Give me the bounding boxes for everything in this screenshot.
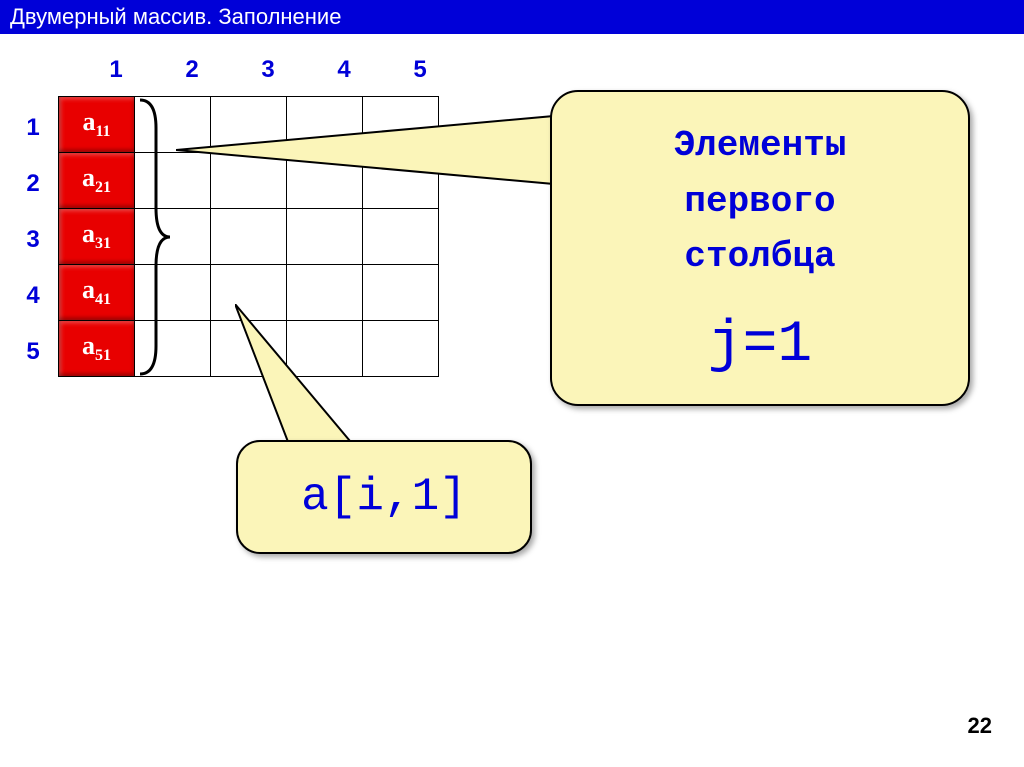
callout-code-text: a[i,1] bbox=[301, 471, 467, 523]
cell-a11: a11 bbox=[59, 97, 135, 153]
cell-empty bbox=[363, 97, 439, 153]
cell-a21: a21 bbox=[59, 153, 135, 209]
array-grid: a11 a21 a31 a41 a51 bbox=[58, 96, 439, 377]
cell-empty bbox=[135, 153, 211, 209]
slide-body: 1 2 3 4 5 1 2 3 4 5 a11 a21 a31 a41 a51 bbox=[0, 34, 1024, 767]
cell-empty bbox=[135, 265, 211, 321]
row-headers: 1 2 3 4 5 bbox=[18, 100, 48, 380]
col-header: 5 bbox=[382, 56, 458, 84]
col-header: 4 bbox=[306, 56, 382, 84]
column-headers: 1 2 3 4 5 bbox=[78, 56, 458, 84]
cell-empty bbox=[363, 265, 439, 321]
callout-line: столбца bbox=[674, 229, 847, 285]
callout-line: Элементы bbox=[674, 118, 847, 174]
row-header: 3 bbox=[18, 212, 48, 268]
callout-equation: j=1 bbox=[708, 313, 812, 378]
cell-empty bbox=[135, 97, 211, 153]
row-header: 4 bbox=[18, 268, 48, 324]
cell-a51: a51 bbox=[59, 321, 135, 377]
cell-empty bbox=[287, 209, 363, 265]
cell-empty bbox=[287, 265, 363, 321]
page-number: 22 bbox=[968, 713, 992, 739]
callout-elements-first-column: Элементы первого столбца j=1 bbox=[550, 90, 970, 406]
cell-empty bbox=[363, 209, 439, 265]
row-header: 2 bbox=[18, 156, 48, 212]
cell-empty bbox=[363, 321, 439, 377]
col-header: 3 bbox=[230, 56, 306, 84]
slide-title: Двумерный массив. Заполнение bbox=[0, 0, 1024, 34]
callout-line: первого bbox=[674, 174, 847, 230]
col-header: 1 bbox=[78, 56, 154, 84]
cell-empty bbox=[287, 153, 363, 209]
callout-text: Элементы первого столбца bbox=[674, 118, 847, 285]
cell-empty bbox=[211, 97, 287, 153]
row-header: 1 bbox=[18, 100, 48, 156]
col-header: 2 bbox=[154, 56, 230, 84]
cell-empty bbox=[211, 153, 287, 209]
cell-empty bbox=[287, 321, 363, 377]
cell-empty bbox=[211, 321, 287, 377]
cell-empty bbox=[211, 209, 287, 265]
cell-a41: a41 bbox=[59, 265, 135, 321]
cell-empty bbox=[211, 265, 287, 321]
cell-empty bbox=[363, 153, 439, 209]
row-header: 5 bbox=[18, 324, 48, 380]
cell-empty bbox=[287, 97, 363, 153]
callout-array-notation: a[i,1] bbox=[236, 440, 532, 554]
cell-empty bbox=[135, 209, 211, 265]
title-text: Двумерный массив. Заполнение bbox=[10, 4, 341, 30]
cell-empty bbox=[135, 321, 211, 377]
cell-a31: a31 bbox=[59, 209, 135, 265]
